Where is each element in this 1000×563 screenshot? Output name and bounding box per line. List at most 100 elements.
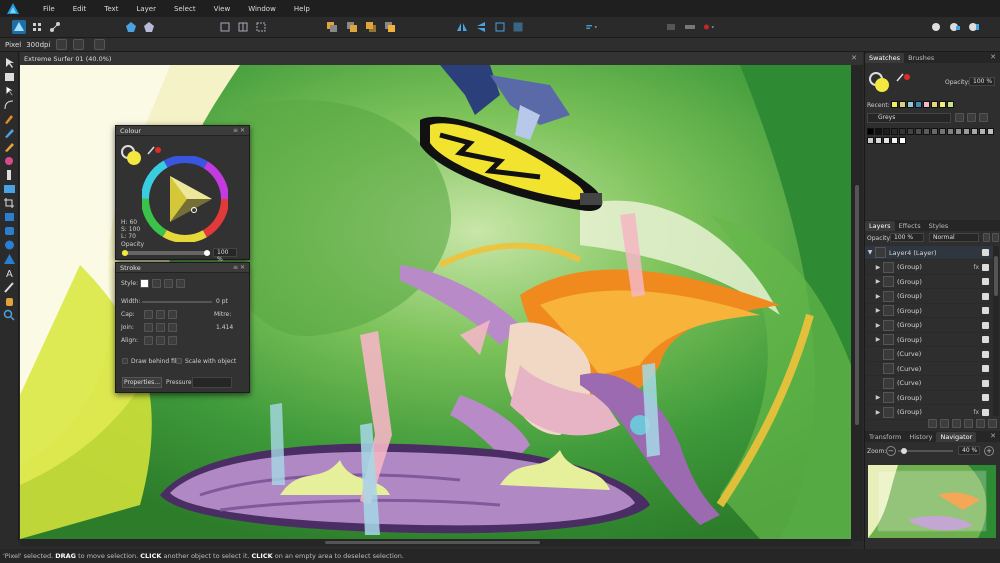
add-pixel-layer-button[interactable] [976,419,985,428]
colour-wheel[interactable] [142,156,228,242]
width-value[interactable]: 0 pt [216,298,228,305]
menu-layer[interactable]: Layer [127,5,165,13]
fill-tool[interactable] [3,155,16,167]
layer-row[interactable]: ▶ (Group) [865,391,993,405]
vertical-scroll-thumb[interactable] [855,185,859,425]
menu-view[interactable]: View [205,5,240,13]
boolean-subtract-button[interactable] [683,20,697,34]
grey-swatch[interactable] [923,128,930,135]
tab-layers[interactable]: Layers [865,221,895,231]
round-join-button[interactable] [156,323,165,332]
ellipse-tool[interactable] [3,239,16,251]
palette-dropdown[interactable]: Greys [867,113,951,123]
grey-swatch[interactable] [971,128,978,135]
context-dpi-label[interactable]: 300dpi [26,41,50,49]
hand-tool[interactable] [3,295,16,307]
opacity-field[interactable]: 100 % [213,248,237,263]
eyedropper-icon[interactable] [146,145,162,155]
transform-button[interactable] [254,20,268,34]
align-dropdown[interactable] [585,20,607,34]
layer-opacity-field[interactable]: 100 % [890,233,924,242]
tab-transform[interactable]: Transform [865,432,905,442]
menu-edit[interactable]: Edit [64,5,96,13]
mitre-join-button[interactable] [144,323,153,332]
grey-swatch[interactable] [899,137,906,144]
panel-menu-icon[interactable]: ≡ ✕ [233,264,245,271]
tab-brushes[interactable]: Brushes [904,53,938,63]
navigator-preview[interactable] [868,465,996,538]
panel-menu-icon[interactable]: ≡ ✕ [233,127,245,134]
arrange-back-button[interactable] [325,20,339,34]
zoom-out-button[interactable]: − [886,446,896,456]
layer-row[interactable]: ▶ (Group) [865,275,993,289]
add-layer-button[interactable] [964,419,973,428]
grey-swatch[interactable] [891,137,898,144]
layer-visibility-checkbox[interactable] [982,394,989,401]
expand-arrow-icon[interactable]: ▶ [873,307,883,314]
layer-row-parent[interactable]: ▼ Layer4 (Layer) [865,246,993,260]
butt-cap-button[interactable] [144,310,153,319]
vector-brush-tool[interactable] [3,141,16,153]
draw-behind-checkbox[interactable] [122,358,128,364]
layer-visibility-checkbox[interactable] [982,292,989,300]
refresh-button[interactable] [94,39,106,50]
blend-mode-dropdown[interactable]: Normal [929,233,979,242]
document-tab[interactable]: Extreme Surfer 01 (40.0%) ✕ [20,52,863,65]
close-panel-icon[interactable]: ✕ [990,53,996,61]
grey-swatch[interactable] [875,128,882,135]
layer-row[interactable]: ▶ (Group) fx [865,261,993,275]
adjustment-button[interactable] [940,419,949,428]
dashed-stroke-style-button[interactable] [164,279,173,288]
brush-stroke-style-button[interactable] [176,279,185,288]
rotate-left-button[interactable] [493,20,507,34]
eyedropper-tool[interactable] [3,281,16,293]
grey-swatch[interactable] [867,128,874,135]
horizontal-scrollbar[interactable] [20,539,851,546]
layer-visibility-checkbox[interactable] [982,365,989,372]
fill-stroke-well-icon[interactable] [868,71,890,93]
expand-arrow-icon[interactable]: ▶ [873,264,883,271]
tab-styles[interactable]: Styles [925,221,953,231]
layer-visibility-checkbox[interactable] [982,350,989,358]
triangle-tool[interactable] [3,253,16,265]
swatch-menu-button[interactable] [979,113,988,122]
split-view-button[interactable] [967,20,981,34]
layer-row[interactable]: ▶ (Group) [865,333,993,347]
artboard-tool[interactable] [3,71,16,83]
layer-visibility-checkbox[interactable] [982,307,989,314]
pen-tool[interactable] [3,113,16,125]
assistant-button[interactable] [929,20,943,34]
align-outside-button[interactable] [168,336,177,345]
grey-swatch[interactable] [931,128,938,135]
menu-select[interactable]: Select [165,5,205,13]
rotate-right-button[interactable] [511,20,525,34]
round-cap-button[interactable] [156,310,165,319]
close-panel-icon[interactable]: ✕ [990,432,996,440]
square-cap-button[interactable] [168,310,177,319]
stroke-panel-header[interactable]: Stroke ≡ ✕ [116,263,249,273]
designer-persona-button[interactable] [12,20,26,34]
grey-swatch[interactable] [939,128,946,135]
menu-file[interactable]: File [34,5,64,13]
align-inside-button[interactable] [156,336,165,345]
eyedropper-icon[interactable] [895,72,911,82]
recent-swatch[interactable] [899,101,906,108]
corner-tool[interactable] [3,99,16,111]
properties-button[interactable]: Properties... [122,377,162,388]
layer-visibility-checkbox[interactable] [982,278,989,285]
grey-swatch[interactable] [867,137,874,144]
swatch-opacity-field[interactable]: 100 % [969,77,995,86]
bevel-join-button[interactable] [168,323,177,332]
expand-arrow-icon[interactable]: ▶ [873,293,883,300]
grey-swatch[interactable] [947,128,954,135]
layer-row[interactable]: (Curve) [865,377,993,391]
pressure-graph[interactable] [192,377,232,388]
vertical-scrollbar[interactable] [851,65,863,541]
grey-swatch[interactable] [883,128,890,135]
pencil-tool[interactable] [3,127,16,139]
fx-button[interactable] [952,419,961,428]
arrange-backward-button[interactable] [345,20,359,34]
menu-window[interactable]: Window [239,5,285,13]
expand-arrow-icon[interactable]: ▶ [873,322,883,329]
recent-swatch[interactable] [931,101,938,108]
